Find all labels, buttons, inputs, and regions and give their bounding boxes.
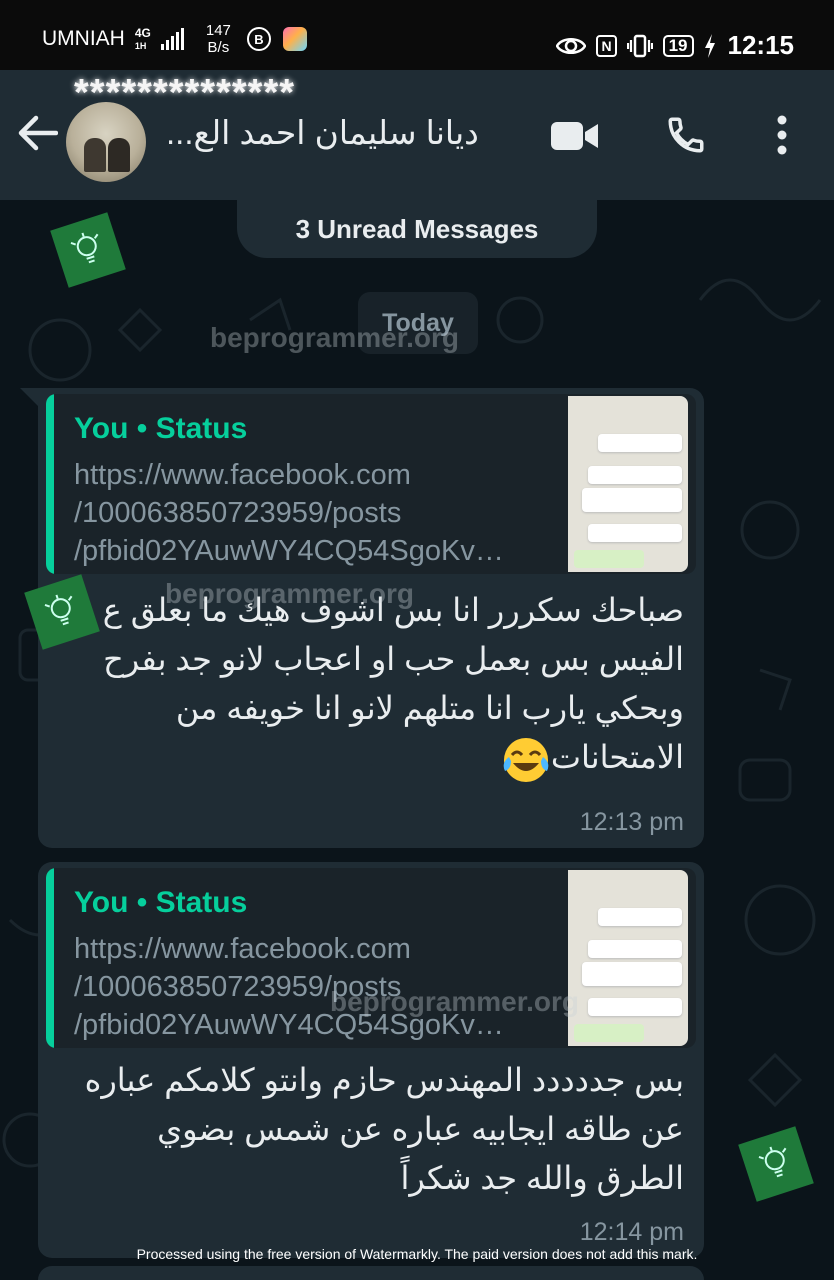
face-with-tears-of-joy-icon	[503, 737, 549, 782]
status-thumbnail	[568, 396, 688, 572]
message-text: صباحك سكررر انا بس اشوف هيك ما بعلق ع ال…	[74, 586, 684, 785]
masked-name: **************	[74, 72, 296, 114]
chat-area[interactable]: 3 Unread Messages Today You • Status htt…	[0, 200, 834, 1280]
app-notification-icon	[282, 27, 307, 51]
watermarkly-notice: Processed using the free version of Wate…	[136, 1246, 698, 1262]
back-arrow-icon[interactable]	[18, 115, 58, 151]
message-bubble[interactable]: You • Status https://www.facebook.com /1…	[38, 862, 704, 1258]
network-speed: 147 B/s	[205, 22, 231, 56]
carrier-name: UMNIAH	[42, 27, 125, 50]
network-type: 4G 1H	[134, 25, 151, 51]
site-watermark: beprogrammer.org	[210, 322, 459, 353]
quote-link-text: https://www.facebook.com /10006385072395…	[74, 459, 504, 567]
video-call-icon[interactable]	[550, 120, 600, 152]
chat-header: ************** ديانا سليمان احمد الع...	[0, 70, 834, 200]
unread-messages-banner: 3 Unread Messages	[237, 200, 597, 258]
status-right: N 19 12:15	[556, 30, 794, 61]
site-watermark: beprogrammer.org	[330, 986, 579, 1017]
nfc-icon: N	[596, 34, 617, 57]
message-bubble-partial[interactable]	[38, 1266, 704, 1280]
vibrate-icon	[626, 34, 653, 57]
site-watermark: beprogrammer.org	[165, 578, 414, 609]
b-badge-icon: B	[246, 27, 271, 51]
message-bubble[interactable]: You • Status https://www.facebook.com /1…	[20, 388, 704, 848]
status-thumbnail	[568, 870, 688, 1046]
status-left: UMNIAH 4G 1H 147 B/s B	[42, 22, 307, 56]
eye-icon	[556, 37, 587, 54]
status-bar: UMNIAH 4G 1H 147 B/s B N 19 12:15	[0, 0, 834, 70]
quote-sender: You • Status	[74, 886, 248, 919]
message-text: بس جددددد المهندس حازم وانتو كلامكم عبار…	[84, 1062, 684, 1196]
battery-level: 19	[662, 34, 694, 57]
quoted-status[interactable]: You • Status https://www.facebook.com /1…	[46, 394, 696, 574]
contact-name[interactable]: ديانا سليمان احمد الع...	[166, 113, 506, 152]
more-options-icon[interactable]	[775, 114, 789, 156]
voice-call-icon[interactable]	[665, 114, 707, 156]
clock: 12:15	[727, 30, 795, 60]
quoted-status[interactable]: You • Status https://www.facebook.com /1…	[46, 868, 696, 1048]
message-time: 12:14 pm	[579, 1218, 684, 1246]
quote-sender: You • Status	[74, 412, 248, 445]
signal-icon	[160, 28, 184, 50]
message-time: 12:13 pm	[579, 808, 684, 836]
charging-icon	[704, 33, 715, 58]
